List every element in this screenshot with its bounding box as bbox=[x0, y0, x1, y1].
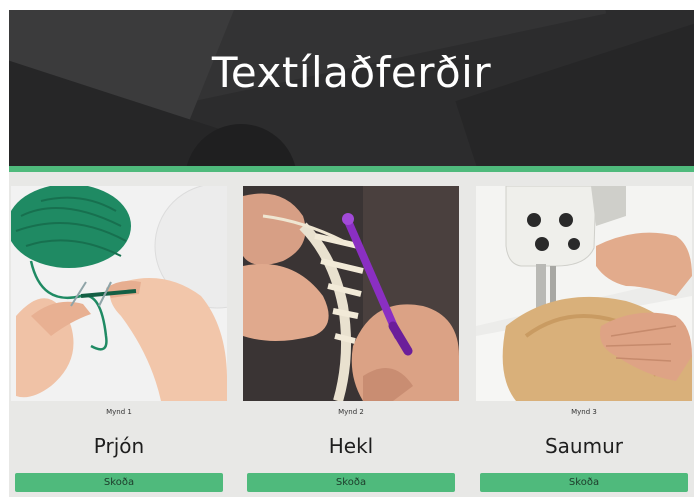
card-title: Hekl bbox=[328, 434, 374, 458]
view-button[interactable]: Skoða bbox=[15, 473, 223, 492]
card-caption: Mynd 2 bbox=[338, 408, 364, 416]
hero-banner: Textílaðferðir bbox=[9, 10, 694, 166]
card-sewing: Mynd 3 Saumur Skoða bbox=[476, 186, 692, 497]
view-button[interactable]: Skoða bbox=[247, 473, 455, 492]
page-title: Textílaðferðir bbox=[211, 48, 492, 97]
card-title: Prjón bbox=[93, 434, 145, 458]
sewing-machine-photo bbox=[476, 186, 692, 401]
card-title: Saumur bbox=[544, 434, 623, 458]
card-knitting: Mynd 1 Prjón Skoða bbox=[11, 186, 227, 497]
view-button[interactable]: Skoða bbox=[480, 473, 688, 492]
page: Textílaðferðir Mynd 1 Prjón Skoða Mynd 2… bbox=[9, 10, 694, 497]
knitting-photo bbox=[11, 186, 227, 401]
card-crochet: Mynd 2 Hekl Skoða bbox=[243, 186, 459, 497]
card-caption: Mynd 1 bbox=[106, 408, 132, 416]
card-caption: Mynd 3 bbox=[571, 408, 597, 416]
card-grid: Mynd 1 Prjón Skoða Mynd 2 Hekl Skoða Myn… bbox=[9, 186, 694, 497]
accent-bar bbox=[9, 166, 694, 172]
crochet-photo bbox=[243, 186, 459, 401]
